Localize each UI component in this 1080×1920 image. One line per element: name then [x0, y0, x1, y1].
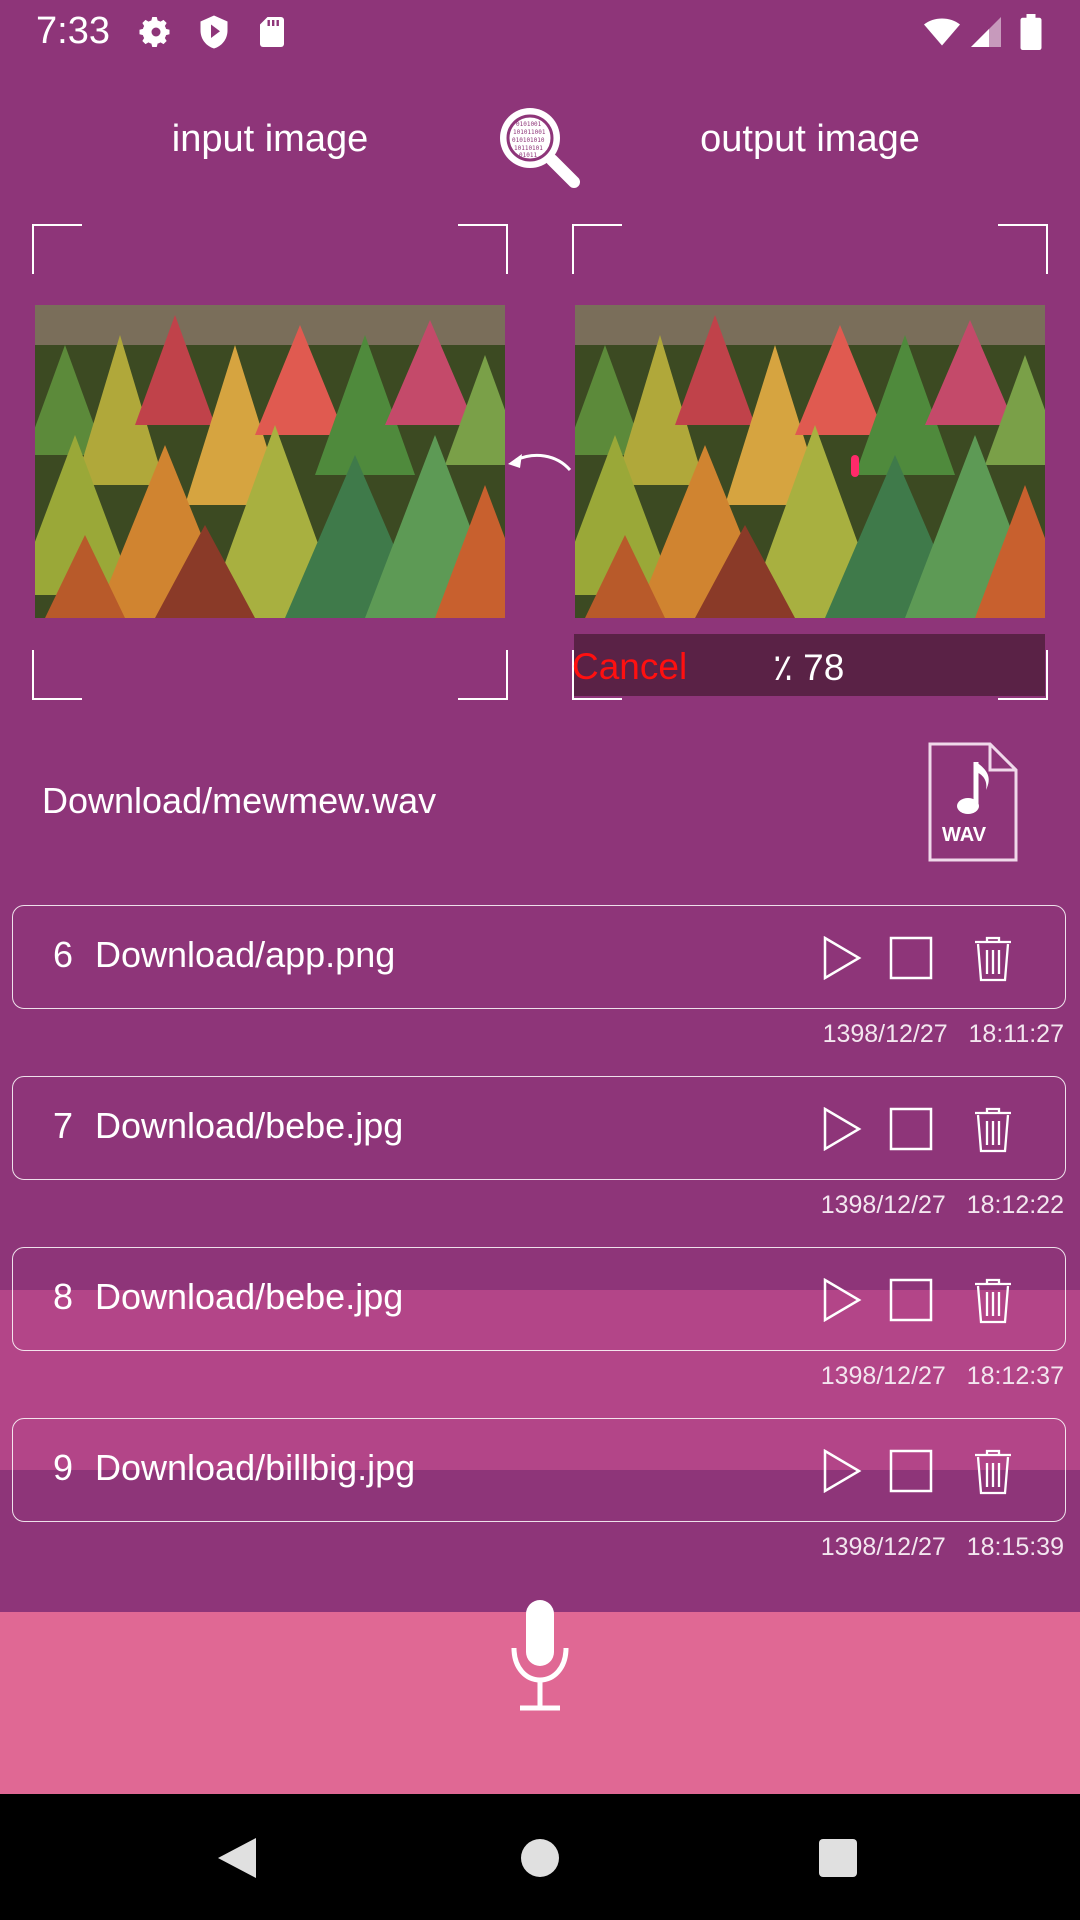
audio-file-path: Download/mewmew.wav — [42, 780, 437, 821]
frame-corner — [32, 650, 82, 700]
item-timestamp: 1398/12/27 18:12:37 — [820, 1362, 1064, 1390]
cancel-button[interactable]: Cancel — [572, 646, 687, 688]
home-icon[interactable] — [520, 1838, 560, 1878]
item-index: 7 — [53, 1105, 74, 1146]
item-name: Download/bebe.jpg — [95, 1276, 404, 1317]
microphone-icon[interactable] — [508, 1598, 572, 1714]
recents-icon[interactable] — [818, 1838, 858, 1878]
svg-text:10110101: 10110101 — [514, 145, 543, 152]
navigation-bar — [0, 1794, 1080, 1920]
output-image — [575, 305, 1045, 618]
frame-corner — [998, 224, 1048, 274]
trash-icon[interactable] — [973, 936, 1013, 982]
wav-icon-label: WAV — [942, 824, 987, 846]
item-index: 9 — [53, 1447, 74, 1488]
svg-text:01011: 01011 — [519, 152, 537, 159]
wav-file-icon[interactable]: WAV — [928, 742, 1018, 862]
stop-icon[interactable] — [889, 1449, 933, 1493]
progress-percent: ٪ 78 — [773, 647, 845, 688]
frame-corner — [458, 650, 508, 700]
item-name: Download/billbig.jpg — [95, 1447, 416, 1488]
svg-text:0101001: 0101001 — [516, 121, 542, 128]
input-image — [35, 305, 505, 618]
play-icon[interactable] — [819, 1278, 863, 1322]
record-bar — [0, 1600, 1080, 1794]
sd-card-icon — [260, 17, 284, 47]
item-index: 6 — [53, 934, 74, 975]
battery-icon — [1020, 14, 1042, 50]
status-bar: 7:33 — [0, 0, 1080, 64]
frame-corner — [32, 224, 82, 274]
stop-icon[interactable] — [889, 1278, 933, 1322]
input-image-heading: input image — [171, 118, 369, 160]
item-timestamp: 1398/12/27 18:12:22 — [820, 1191, 1064, 1219]
list-item[interactable]: 8 Download/bebe.jpg — [12, 1247, 1066, 1351]
list-item[interactable]: 7 Download/bebe.jpg — [12, 1076, 1066, 1180]
shield-play-icon — [200, 15, 228, 49]
play-icon[interactable] — [819, 1449, 863, 1493]
svg-text:010101010: 010101010 — [512, 137, 545, 144]
item-name: Download/app.png — [95, 934, 396, 975]
signal-icon — [971, 17, 1001, 47]
play-icon[interactable] — [819, 1107, 863, 1151]
frame-corner — [458, 224, 508, 274]
status-time: 7:33 — [36, 10, 110, 52]
wifi-icon — [924, 18, 960, 46]
item-timestamp: 1398/12/27 18:11:27 — [822, 1020, 1064, 1048]
trash-icon[interactable] — [973, 1107, 1013, 1153]
item-name: Download/bebe.jpg — [95, 1105, 404, 1146]
item-timestamp: 1398/12/27 18:15:39 — [820, 1533, 1064, 1561]
decode-search-icon[interactable]: 0101001 101011001 010101010 10110101 010… — [496, 104, 584, 192]
svg-text:101011001: 101011001 — [513, 129, 546, 136]
frame-corner — [572, 224, 622, 274]
gear-icon — [139, 17, 170, 47]
trash-icon[interactable] — [973, 1449, 1013, 1495]
swap-arrow-icon[interactable] — [506, 448, 572, 478]
back-icon[interactable] — [216, 1836, 258, 1880]
play-icon[interactable] — [819, 936, 863, 980]
stop-icon[interactable] — [889, 1107, 933, 1151]
output-image-heading: output image — [700, 118, 920, 160]
stop-icon[interactable] — [889, 936, 933, 980]
list-item[interactable]: 6 Download/app.png — [12, 905, 1066, 1009]
trash-icon[interactable] — [973, 1278, 1013, 1324]
item-index: 8 — [53, 1276, 74, 1317]
list-item[interactable]: 9 Download/billbig.jpg — [12, 1418, 1066, 1522]
